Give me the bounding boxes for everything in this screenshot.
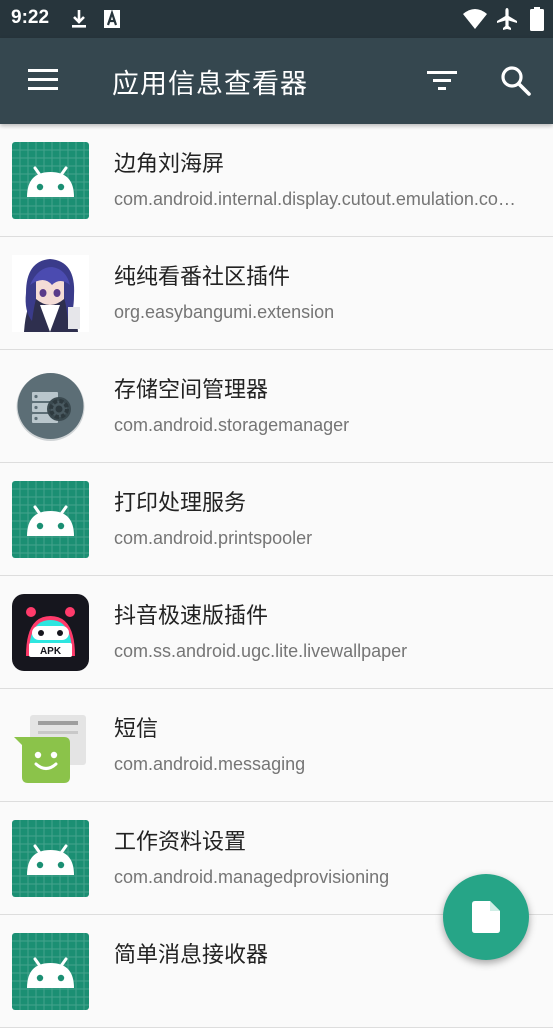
- android-icon: [12, 933, 89, 1010]
- battery-icon: [530, 7, 544, 31]
- app-name: 打印处理服务: [114, 491, 247, 516]
- search-icon[interactable]: [500, 65, 532, 97]
- status-bar: 9:22: [0, 0, 553, 38]
- app-name: 抖音极速版插件: [114, 604, 269, 629]
- list-item[interactable]: 边角刘海屏 com.android.internal.display.cutou…: [0, 124, 553, 237]
- list-item[interactable]: 短信 com.android.messaging: [0, 689, 553, 802]
- app-name: 存储空间管理器: [114, 378, 269, 403]
- wifi-icon: [463, 9, 487, 29]
- android-icon: [12, 481, 89, 558]
- list-item[interactable]: 纯纯看番社区插件 org.easybangumi.extension: [0, 237, 553, 350]
- messaging-icon: [14, 715, 86, 783]
- app-package: org.easybangumi.extension: [114, 302, 335, 322]
- android-icon: [12, 820, 89, 897]
- document-icon: [472, 901, 500, 933]
- list-item[interactable]: 打印处理服务 com.android.printspooler: [0, 463, 553, 576]
- a-notification-icon: [104, 9, 120, 28]
- app-name: 简单消息接收器: [114, 943, 269, 968]
- airplane-icon: [497, 8, 517, 30]
- anime-avatar-icon: [12, 255, 89, 332]
- app-bar: 应用信息查看器: [0, 38, 553, 124]
- status-time: 9:22: [11, 7, 50, 28]
- list-item[interactable]: 存储空间管理器 com.android.storagemanager: [0, 350, 553, 463]
- page-title: 应用信息查看器: [112, 69, 308, 100]
- app-name: 短信: [114, 717, 159, 742]
- storage-gear-icon: [16, 373, 85, 441]
- apk-label: APK: [40, 646, 62, 657]
- app-package: com.android.messaging: [114, 754, 306, 774]
- app-package: com.ss.android.ugc.lite.livewallpaper: [114, 641, 408, 661]
- android-icon: [12, 142, 89, 219]
- apk-robot-icon: APK: [12, 594, 89, 671]
- app-package: com.android.storagemanager: [114, 415, 350, 435]
- app-name: 纯纯看番社区插件: [114, 265, 291, 290]
- app-name: 边角刘海屏: [114, 152, 225, 177]
- filter-icon[interactable]: [427, 68, 457, 94]
- app-package: com.android.printspooler: [114, 528, 313, 548]
- download-icon: [72, 10, 86, 28]
- app-name: 工作资料设置: [114, 830, 247, 855]
- menu-icon[interactable]: [28, 67, 58, 93]
- fab-button[interactable]: [443, 874, 529, 960]
- list-item[interactable]: APK 抖音极速版插件 com.ss.android.ugc.lite.live…: [0, 576, 553, 689]
- app-package: com.android.internal.display.cutout.emul…: [114, 189, 516, 209]
